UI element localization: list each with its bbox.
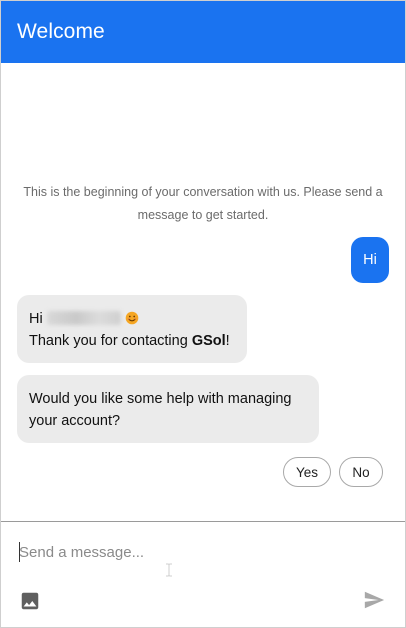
user-message-bubble: Hi — [351, 237, 389, 283]
agent-greeting-line: Hi — [29, 308, 233, 330]
quick-replies: Yes No — [282, 457, 383, 487]
text-caret — [19, 542, 20, 562]
chat-header: Welcome — [1, 1, 405, 63]
agent-greeting-text: Hi — [29, 311, 43, 327]
send-button[interactable] — [361, 590, 387, 614]
brand-name: GSol — [191, 333, 226, 349]
agent-message-bubble: Would you like some help with managing y… — [17, 375, 319, 443]
agent-thanks-line: Thank you for contacting GSol! — [29, 330, 233, 352]
quick-reply-no-button[interactable]: No — [339, 457, 383, 487]
user-message-text: Hi — [363, 252, 377, 268]
send-icon — [362, 589, 386, 616]
message-composer — [1, 521, 405, 627]
smiling-face-icon — [125, 310, 139, 325]
quick-reply-yes-button[interactable]: Yes — [282, 457, 331, 487]
agent-message-bubble: Hi Thank you for contacting GSol! — [17, 295, 247, 363]
redacted-name — [46, 311, 121, 325]
attach-image-button[interactable] — [19, 592, 41, 614]
header-title: Welcome — [17, 20, 105, 43]
chat-widget: Welcome This is the beginning of your co… — [0, 0, 406, 628]
image-icon — [19, 590, 41, 617]
conversation-intro: This is the beginning of your conversati… — [23, 185, 383, 222]
agent-thanks-suffix: ! — [225, 333, 230, 349]
message-input[interactable] — [19, 540, 379, 564]
agent-message-text: Would you like some help with managing y… — [29, 391, 292, 429]
agent-thanks-text: Thank you for contacting — [29, 333, 192, 349]
text-cursor-icon — [164, 563, 174, 577]
